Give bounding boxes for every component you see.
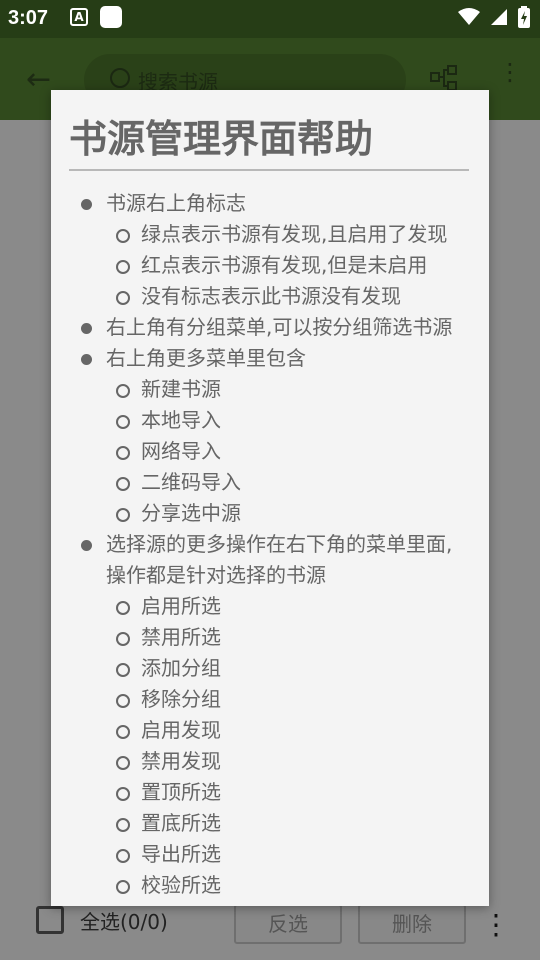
select-all-label[interactable]: 全选(0/0) [80,906,168,935]
help-list-item: 导出所选 [51,839,489,870]
bullet-circle-icon [116,446,130,460]
help-item-text: 操作都是针对选择的书源 [106,563,326,587]
help-item-text: 右上角有分组菜单,可以按分组筛选书源 [106,315,453,339]
bullet-dot-icon [81,323,92,334]
bullet-circle-icon [116,756,130,770]
help-item-text: 没有标志表示此书源没有发现 [141,284,401,308]
bullet-circle-icon [116,632,130,646]
help-item-text: 置底所选 [141,811,221,835]
help-list-item: 本地导入 [51,405,489,436]
bullet-circle-icon [116,260,130,274]
help-item-text: 二维码导入 [141,470,241,494]
back-arrow-icon[interactable]: ← [26,62,51,97]
help-list-item: 操作都是针对选择的书源 [51,560,489,591]
bullet-circle-icon [116,849,130,863]
more-vert-icon[interactable]: ⋮ [498,58,522,86]
help-list: 书源右上角标志绿点表示书源有发现,且启用了发现 红点表示书源有发现,但是未启用 没有… [51,188,489,901]
help-list-item: 红点表示书源有发现,但是未启用 [51,250,489,281]
help-list-item: 分享选中源 [51,498,489,529]
help-item-text: 移除分组 [141,687,221,711]
bullet-circle-icon [116,663,130,677]
battery-charging-icon [518,6,530,28]
bullet-circle-icon [116,880,130,894]
bullet-circle-icon [116,601,130,615]
help-list-item: 校验所选 [51,870,489,901]
bullet-circle-icon [116,508,130,522]
help-list-item: 右上角更多菜单里包含 [51,343,489,374]
help-item-text: 新建书源 [141,377,221,401]
invert-selection-button[interactable]: 反选 [234,904,342,944]
help-list-item: 绿点表示书源有发现,且启用了发现 [51,219,489,250]
help-item-text: 右上角更多菜单里包含 [106,346,306,370]
bullet-circle-icon [116,415,130,429]
help-list-item: 禁用发现 [51,746,489,777]
help-list-item: 置底所选 [51,808,489,839]
wifi-icon [458,8,480,25]
select-all-checkbox[interactable] [36,906,64,934]
help-item-text: 校验所选 [141,873,221,897]
bullet-circle-icon [116,787,130,801]
help-item-text: 本地导入 [141,408,221,432]
help-list-item: 二维码导入 [51,467,489,498]
bullet-dot-icon [81,540,92,551]
help-item-text: 网络导入 [141,439,221,463]
help-list-item: 没有标志表示此书源没有发现 [51,281,489,312]
help-item-text: 禁用所选 [141,625,221,649]
signal-icon [491,9,507,25]
a-badge-icon: A [70,8,88,26]
help-list-item: 置顶所选 [51,777,489,808]
help-item-text: 绿点表示书源有发现,且启用了发现 [141,222,448,246]
bullet-circle-icon [116,384,130,398]
help-list-item: 右上角有分组菜单,可以按分组筛选书源 [51,312,489,343]
help-list-item: 启用发现 [51,715,489,746]
bottom-more-icon[interactable]: ⋮ [482,908,510,941]
delete-button[interactable]: 删除 [358,904,466,944]
help-list-item: 移除分组 [51,684,489,715]
dialog-title: 书源管理界面帮助 [69,108,469,171]
search-icon [110,68,130,88]
bullet-circle-icon [116,477,130,491]
app-square-icon [100,6,122,28]
bullet-circle-icon [116,291,130,305]
status-bar: 3:07 A [0,0,540,38]
help-item-text: 选择源的更多操作在右下角的菜单里面, [106,532,453,556]
help-list-item: 新建书源 [51,374,489,405]
help-item-text: 置顶所选 [141,780,221,804]
help-dialog: 书源管理界面帮助 书源右上角标志绿点表示书源有发现,且启用了发现 红点表示书源有发… [51,90,489,906]
help-item-text: 启用所选 [141,594,221,618]
bullet-dot-icon [81,199,92,210]
help-item-text: 红点表示书源有发现,但是未启用 [141,253,428,277]
help-item-text: 禁用发现 [141,749,221,773]
bullet-circle-icon [116,818,130,832]
help-list-item: 添加分组 [51,653,489,684]
bullet-circle-icon [116,694,130,708]
bullet-circle-icon [116,725,130,739]
help-item-text: 书源右上角标志 [106,191,246,215]
help-item-text: 添加分组 [141,656,221,680]
help-item-text: 导出所选 [141,842,221,866]
help-list-item: 书源右上角标志 [51,188,489,219]
help-item-text: 分享选中源 [141,501,241,525]
help-list-item: 禁用所选 [51,622,489,653]
help-item-text: 启用发现 [141,718,221,742]
bullet-dot-icon [81,354,92,365]
bullet-circle-icon [116,229,130,243]
help-list-item: 选择源的更多操作在右下角的菜单里面, [51,529,489,560]
help-list-item: 启用所选 [51,591,489,622]
help-list-item: 网络导入 [51,436,489,467]
group-icon[interactable] [430,64,458,92]
status-time: 3:07 [8,7,49,29]
